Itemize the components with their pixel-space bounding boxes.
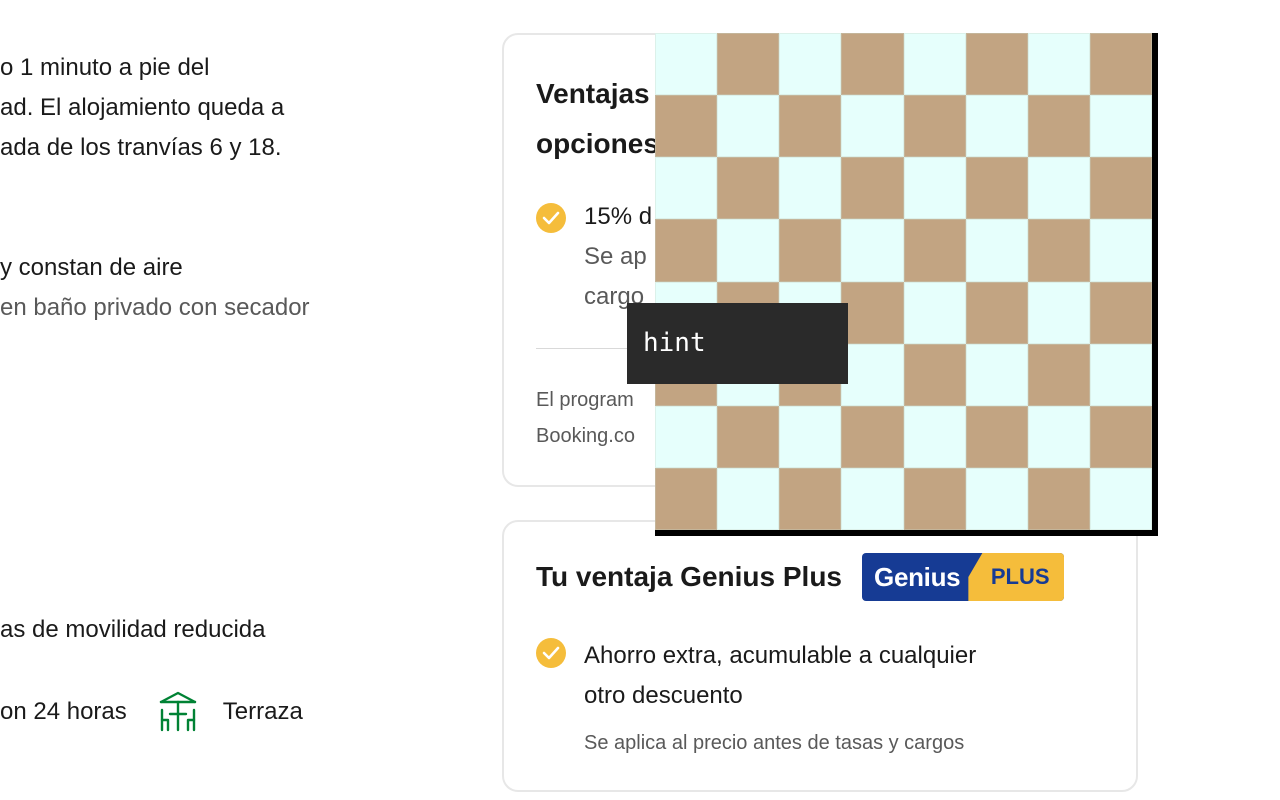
checker-cell bbox=[1089, 343, 1152, 406]
checker-cell bbox=[1089, 157, 1152, 220]
checker-cell bbox=[965, 33, 1028, 96]
rooms-description: y constan de aire en baño privado con se… bbox=[0, 248, 310, 328]
checker-cell bbox=[1089, 405, 1152, 468]
checker-cell bbox=[779, 95, 842, 158]
check-icon bbox=[536, 203, 566, 233]
checker-cell bbox=[655, 157, 718, 220]
checker-cell bbox=[841, 467, 904, 530]
page: o 1 minuto a pie del ad. El alojamiento … bbox=[0, 0, 1280, 800]
discount-benefit: 15% d Se ap cargo bbox=[584, 197, 652, 317]
checker-cell bbox=[965, 157, 1028, 220]
program-footer: El program Booking.co bbox=[536, 382, 635, 454]
checker-cell bbox=[841, 95, 904, 158]
checker-cell bbox=[1027, 405, 1090, 468]
checker-cell bbox=[841, 157, 904, 220]
checkerboard-overlay bbox=[655, 33, 1158, 536]
checker-cell bbox=[903, 281, 966, 344]
checker-cell bbox=[1089, 467, 1152, 530]
checker-cell bbox=[903, 33, 966, 96]
checker-cell bbox=[655, 467, 718, 530]
checker-cell bbox=[903, 95, 966, 158]
checker-cell bbox=[717, 467, 780, 530]
checker-cell bbox=[1089, 219, 1152, 282]
facility-label: on 24 horas bbox=[0, 698, 127, 725]
checker-cell bbox=[965, 95, 1028, 158]
plus-badge-text: PLUS bbox=[968, 553, 1065, 601]
checker-cell bbox=[779, 33, 842, 96]
terrace-icon bbox=[157, 690, 199, 734]
checker-cell bbox=[717, 33, 780, 96]
facilities-row: on 24 horas Terraza bbox=[0, 690, 303, 734]
checker-cell bbox=[903, 467, 966, 530]
checker-cell bbox=[841, 219, 904, 282]
checker-cell bbox=[717, 219, 780, 282]
checker-cell bbox=[1089, 33, 1152, 96]
rooms-line: en baño privado con secador bbox=[0, 294, 310, 321]
property-description-column: o 1 minuto a pie del ad. El alojamiento … bbox=[0, 0, 470, 800]
property-description: o 1 minuto a pie del ad. El alojamiento … bbox=[0, 48, 284, 168]
checker-cell bbox=[1027, 157, 1090, 220]
checker-cell bbox=[717, 157, 780, 220]
genius-plus-badge: Genius PLUS bbox=[862, 553, 1065, 601]
rooms-line: y constan de aire bbox=[0, 254, 183, 281]
footer-line: El program bbox=[536, 389, 634, 411]
benefit-main: 15% d bbox=[584, 203, 653, 230]
checker-cell bbox=[965, 343, 1028, 406]
checker-cell bbox=[717, 405, 780, 468]
checker-cell bbox=[717, 95, 780, 158]
description-line: o 1 minuto a pie del bbox=[0, 54, 210, 81]
checker-cell bbox=[965, 467, 1028, 530]
checker-cell bbox=[1027, 219, 1090, 282]
checker-cell bbox=[841, 405, 904, 468]
checker-cell bbox=[655, 95, 718, 158]
facility-label-terraza: Terraza bbox=[222, 698, 303, 725]
checker-cell bbox=[965, 405, 1028, 468]
checker-cell bbox=[1027, 95, 1090, 158]
genius-card-title: Tu ventaja Genius Plus bbox=[536, 561, 843, 592]
check-icon bbox=[536, 638, 566, 668]
checker-cell bbox=[1027, 467, 1090, 530]
benefit-sub: Se ap bbox=[584, 243, 647, 270]
description-line: ad. El alojamiento queda a bbox=[0, 94, 285, 121]
checker-cell bbox=[841, 343, 904, 406]
benefit-note: Se aplica al precio antes de tasas y car… bbox=[584, 732, 965, 754]
faded-text-line bbox=[0, 405, 330, 427]
mobility-feature: as de movilidad reducida bbox=[0, 616, 266, 643]
checker-cell bbox=[1027, 33, 1090, 96]
checker-cell bbox=[779, 405, 842, 468]
checker-cell bbox=[655, 219, 718, 282]
hint-tooltip: hint bbox=[627, 303, 848, 384]
checker-cell bbox=[1089, 95, 1152, 158]
checker-cell bbox=[1027, 281, 1090, 344]
extra-savings-benefit: Ahorro extra, acumulable a cualquier otr… bbox=[584, 636, 976, 716]
checker-cell bbox=[779, 467, 842, 530]
checker-cell bbox=[965, 281, 1028, 344]
checker-cell bbox=[903, 405, 966, 468]
checker-cell bbox=[1089, 281, 1152, 344]
benefit-line: otro descuento bbox=[584, 682, 743, 709]
checkerboard-grid bbox=[655, 33, 1152, 530]
genius-title-row: Tu ventaja Genius Plus Genius PLUS bbox=[536, 552, 1065, 602]
benefit-line: Ahorro extra, acumulable a cualquier bbox=[584, 642, 977, 669]
faded-text bbox=[0, 411, 7, 427]
checker-cell bbox=[841, 33, 904, 96]
checker-cell bbox=[965, 219, 1028, 282]
genius-badge-text: Genius bbox=[874, 561, 961, 592]
checker-cell bbox=[655, 33, 718, 96]
checker-cell bbox=[841, 281, 904, 344]
checker-cell bbox=[903, 343, 966, 406]
genius-plus-card: Tu ventaja Genius Plus Genius PLUS Ahorr… bbox=[502, 520, 1138, 792]
checker-cell bbox=[779, 157, 842, 220]
checker-cell bbox=[655, 405, 718, 468]
checker-cell bbox=[903, 219, 966, 282]
checker-cell bbox=[903, 157, 966, 220]
checker-cell bbox=[779, 219, 842, 282]
description-line: ada de los tranvías 6 y 18. bbox=[0, 134, 282, 161]
checker-cell bbox=[1027, 343, 1090, 406]
footer-line: Booking.co bbox=[536, 425, 635, 447]
